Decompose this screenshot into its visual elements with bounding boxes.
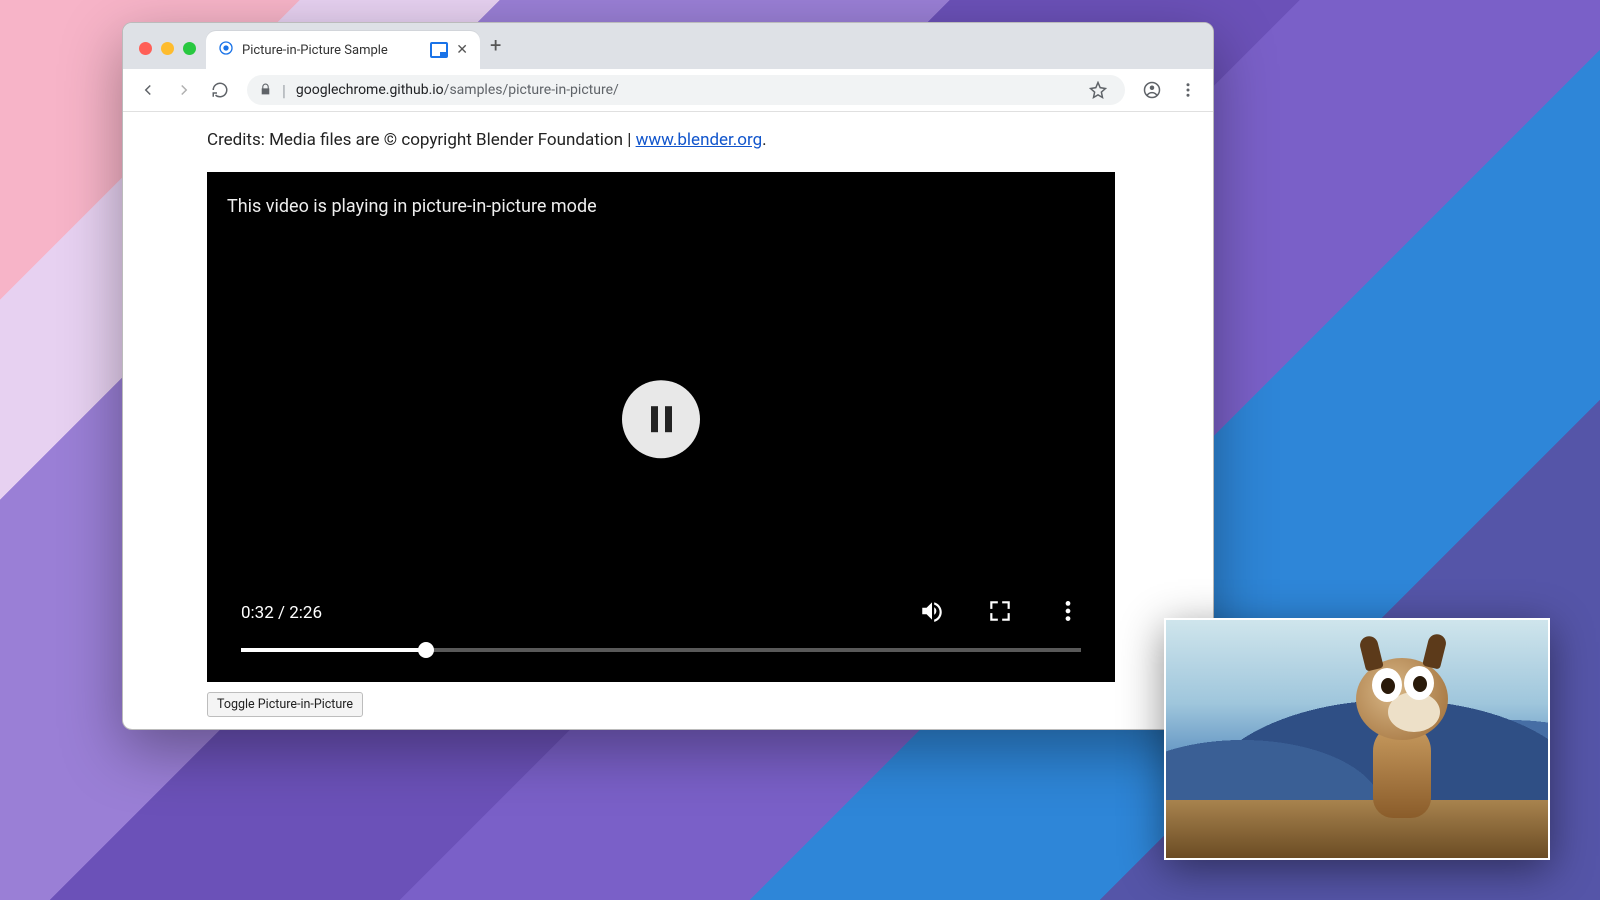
credits-text: Credits: Media files are © copyright Ble… <box>207 130 1129 150</box>
close-window-button[interactable] <box>139 42 152 55</box>
toolbar: | googlechrome.github.io/samples/picture… <box>123 69 1213 112</box>
close-tab-button[interactable]: ✕ <box>456 42 468 58</box>
toggle-pip-button[interactable]: Toggle Picture-in-Picture <box>207 692 363 717</box>
video-controls: 0:32 / 2:26 <box>207 598 1115 682</box>
reload-button[interactable] <box>205 75 235 105</box>
back-button[interactable] <box>133 75 163 105</box>
menu-button[interactable] <box>1173 75 1203 105</box>
tab-strip: Picture-in-Picture Sample ✕ + <box>123 23 1213 69</box>
fullscreen-button[interactable] <box>987 598 1013 628</box>
separator: | <box>282 81 286 100</box>
bookmark-star-button[interactable] <box>1083 75 1113 105</box>
new-tab-button[interactable]: + <box>490 33 501 57</box>
address-bar[interactable]: | googlechrome.github.io/samples/picture… <box>247 75 1125 105</box>
credits-link[interactable]: www.blender.org <box>636 130 763 150</box>
lock-icon <box>259 81 272 100</box>
video-player[interactable]: This video is playing in picture-in-pict… <box>207 172 1115 682</box>
pip-video-subject <box>1318 648 1478 818</box>
video-overlay-text: This video is playing in picture-in-pict… <box>227 196 597 217</box>
pause-button[interactable] <box>622 380 700 458</box>
page-content: Credits: Media files are © copyright Ble… <box>123 112 1213 717</box>
browser-window: Picture-in-Picture Sample ✕ + | <box>122 22 1214 730</box>
browser-tab[interactable]: Picture-in-Picture Sample ✕ <box>206 31 480 69</box>
progress-fill <box>241 648 426 652</box>
time-display: 0:32 / 2:26 <box>241 603 322 623</box>
progress-thumb[interactable] <box>418 642 434 658</box>
pip-floating-window[interactable] <box>1164 618 1550 860</box>
volume-button[interactable] <box>919 598 945 628</box>
pip-indicator-icon <box>430 42 448 58</box>
forward-button[interactable] <box>169 75 199 105</box>
pause-icon <box>651 406 672 432</box>
desktop-wallpaper: Picture-in-Picture Sample ✕ + | <box>0 0 1600 900</box>
profile-button[interactable] <box>1137 75 1167 105</box>
window-controls <box>139 42 196 55</box>
progress-bar[interactable] <box>241 648 1081 652</box>
url-text: googlechrome.github.io/samples/picture-i… <box>296 82 1073 98</box>
more-options-button[interactable] <box>1055 598 1081 628</box>
zoom-window-button[interactable] <box>183 42 196 55</box>
tab-favicon-icon <box>218 40 234 60</box>
tab-title: Picture-in-Picture Sample <box>242 43 422 58</box>
minimize-window-button[interactable] <box>161 42 174 55</box>
